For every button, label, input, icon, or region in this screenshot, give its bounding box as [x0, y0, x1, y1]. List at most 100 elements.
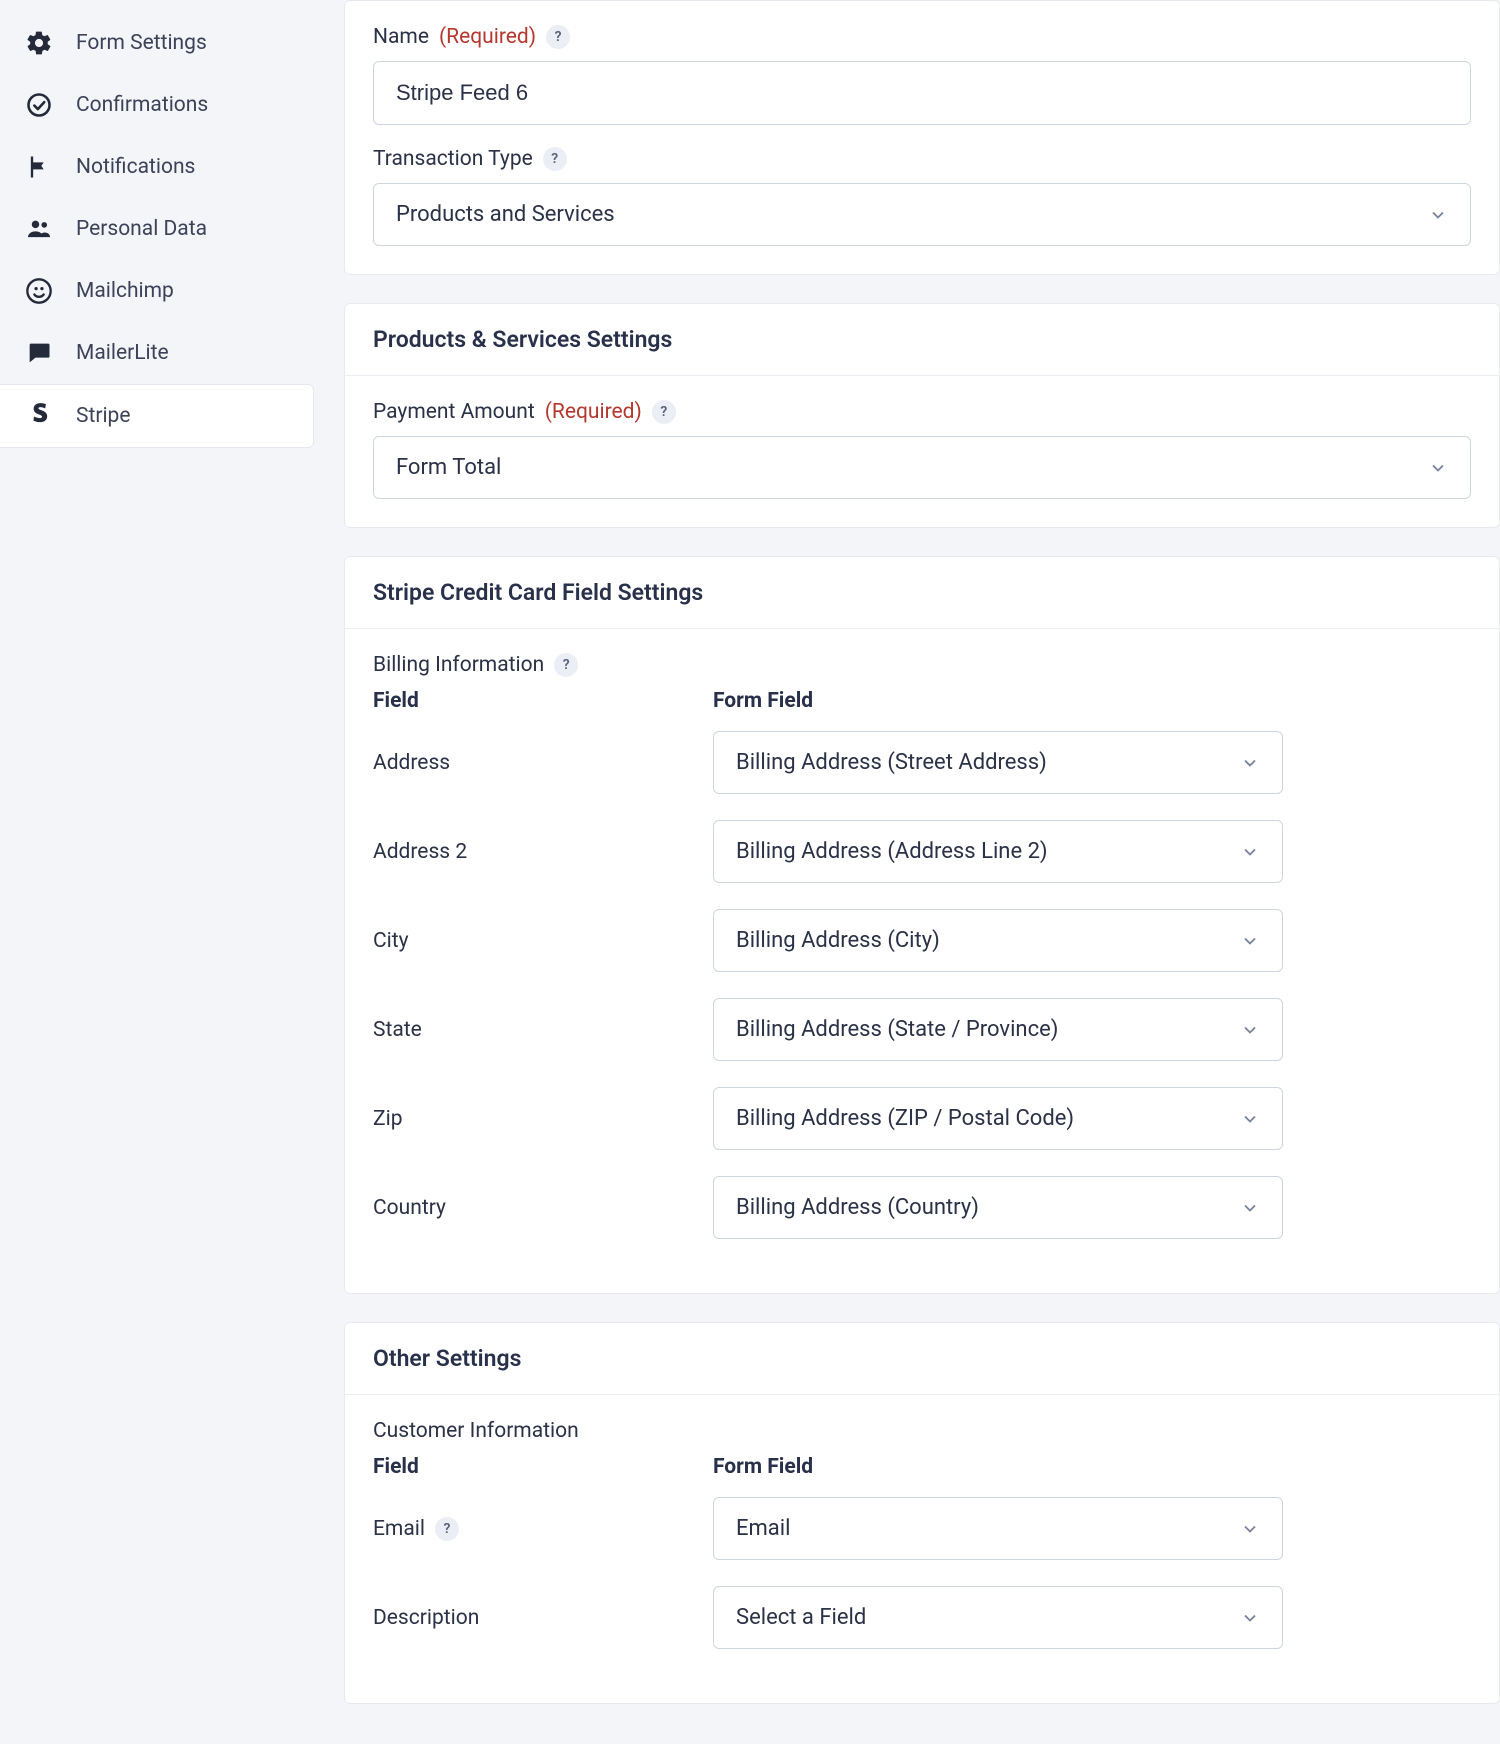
- billing-zip-select-value: Billing Address (ZIP / Postal Code): [736, 1106, 1074, 1131]
- chevron-down-icon: [1240, 931, 1260, 951]
- customer-email-select-value: Email: [736, 1516, 790, 1541]
- sidebar-item-personal-data[interactable]: Personal Data: [0, 198, 320, 260]
- help-icon[interactable]: ?: [554, 653, 578, 677]
- sidebar-item-label: MailerLite: [76, 341, 169, 365]
- billing-state-select[interactable]: Billing Address (State / Province): [713, 998, 1283, 1061]
- card-panel: Stripe Credit Card Field Settings Billin…: [344, 556, 1500, 1294]
- sidebar-item-confirmations[interactable]: Confirmations: [0, 74, 320, 136]
- card-panel-title: Stripe Credit Card Field Settings: [345, 557, 1499, 629]
- billing-map-row: Address Billing Address (Street Address): [373, 731, 1471, 794]
- chat-icon: [24, 338, 54, 368]
- billing-field-label: City: [373, 929, 703, 953]
- customer-description-select[interactable]: Select a Field: [713, 1586, 1283, 1649]
- gear-icon: [24, 28, 54, 58]
- billing-field-label: State: [373, 1018, 703, 1042]
- chevron-down-icon: [1240, 1198, 1260, 1218]
- help-icon[interactable]: ?: [652, 400, 676, 424]
- transaction-type-value: Products and Services: [396, 202, 615, 227]
- feed-panel: Name (Required) ? Transaction Type ? Pro…: [344, 0, 1500, 275]
- billing-country-select[interactable]: Billing Address (Country): [713, 1176, 1283, 1239]
- flag-icon: [24, 152, 54, 182]
- customer-email-select[interactable]: Email: [713, 1497, 1283, 1560]
- sidebar-item-form-settings[interactable]: Form Settings: [0, 12, 320, 74]
- customer-info-label: Customer Information: [373, 1419, 579, 1443]
- billing-field-label: Address: [373, 751, 703, 775]
- other-panel: Other Settings Customer Information Fiel…: [344, 1322, 1500, 1704]
- sidebar-item-label: Notifications: [76, 155, 195, 179]
- transaction-type-label: Transaction Type: [373, 147, 533, 171]
- billing-city-select-value: Billing Address (City): [736, 928, 940, 953]
- mailchimp-icon: [24, 276, 54, 306]
- sidebar-item-label: Personal Data: [76, 217, 207, 241]
- billing-field-label: Country: [373, 1196, 703, 1220]
- col-field: Field: [373, 1455, 703, 1479]
- sidebar-item-label: Mailchimp: [76, 279, 174, 303]
- chevron-down-icon: [1240, 1519, 1260, 1539]
- txn-label-row: Transaction Type ?: [373, 147, 1471, 171]
- payment-amount-select[interactable]: Form Total: [373, 436, 1471, 499]
- billing-address-2-select-value: Billing Address (Address Line 2): [736, 839, 1048, 864]
- chevron-down-icon: [1428, 205, 1448, 225]
- billing-field-label: Address 2: [373, 840, 703, 864]
- col-form-field: Form Field: [713, 689, 1471, 713]
- billing-map-row: State Billing Address (State / Province): [373, 998, 1471, 1061]
- people-icon: [24, 214, 54, 244]
- chevron-down-icon: [1428, 458, 1448, 478]
- billing-zip-select[interactable]: Billing Address (ZIP / Postal Code): [713, 1087, 1283, 1150]
- products-panel-title: Products & Services Settings: [345, 304, 1499, 376]
- customer-description-select-value: Select a Field: [736, 1605, 866, 1630]
- customer-map-row: Description Select a Field: [373, 1586, 1471, 1649]
- amount-label-row: Payment Amount (Required) ?: [373, 400, 1471, 424]
- customer-field-label: Description: [373, 1606, 703, 1630]
- sidebar-item-label: Confirmations: [76, 93, 208, 117]
- billing-country-select-value: Billing Address (Country): [736, 1195, 979, 1220]
- sidebar-item-label: Form Settings: [76, 31, 207, 55]
- billing-state-select-value: Billing Address (State / Province): [736, 1017, 1058, 1042]
- name-label: Name: [373, 25, 429, 49]
- help-icon[interactable]: ?: [435, 1517, 459, 1541]
- billing-map-row: Address 2 Billing Address (Address Line 2…: [373, 820, 1471, 883]
- customer-map-row: Email? Email: [373, 1497, 1471, 1560]
- help-icon[interactable]: ?: [546, 25, 570, 49]
- billing-info-label: Billing Information: [373, 653, 544, 677]
- billing-map-row: Country Billing Address (Country): [373, 1176, 1471, 1239]
- billing-address-select-value: Billing Address (Street Address): [736, 750, 1047, 775]
- billing-address-select[interactable]: Billing Address (Street Address): [713, 731, 1283, 794]
- customer-field-label: Email?: [373, 1517, 703, 1541]
- name-label-row: Name (Required) ?: [373, 25, 1471, 49]
- check-circle-icon: [24, 90, 54, 120]
- stripe-icon: [24, 401, 54, 431]
- name-required: (Required): [439, 25, 536, 49]
- chevron-down-icon: [1240, 1608, 1260, 1628]
- main-content: Name (Required) ? Transaction Type ? Pro…: [320, 0, 1500, 1744]
- sidebar-item-stripe[interactable]: Stripe: [0, 384, 314, 448]
- settings-sidebar: Form Settings Confirmations Notifications P…: [0, 0, 320, 1744]
- billing-map-row: City Billing Address (City): [373, 909, 1471, 972]
- billing-field-label: Zip: [373, 1107, 703, 1131]
- transaction-type-select[interactable]: Products and Services: [373, 183, 1471, 246]
- billing-label-row: Billing Information ?: [373, 653, 1471, 677]
- billing-city-select[interactable]: Billing Address (City): [713, 909, 1283, 972]
- billing-address-2-select[interactable]: Billing Address (Address Line 2): [713, 820, 1283, 883]
- col-form-field: Form Field: [713, 1455, 1471, 1479]
- col-field: Field: [373, 689, 703, 713]
- payment-amount-value: Form Total: [396, 455, 501, 480]
- billing-columns-header: Field Form Field: [373, 689, 1471, 713]
- billing-map-row: Zip Billing Address (ZIP / Postal Code): [373, 1087, 1471, 1150]
- payment-amount-label: Payment Amount: [373, 400, 535, 424]
- sidebar-item-mailchimp[interactable]: Mailchimp: [0, 260, 320, 322]
- name-input[interactable]: [373, 61, 1471, 125]
- other-panel-title: Other Settings: [345, 1323, 1499, 1395]
- help-icon[interactable]: ?: [543, 147, 567, 171]
- chevron-down-icon: [1240, 1020, 1260, 1040]
- chevron-down-icon: [1240, 842, 1260, 862]
- sidebar-item-label: Stripe: [76, 404, 131, 428]
- customer-label-row: Customer Information: [373, 1419, 1471, 1443]
- sidebar-item-mailerlite[interactable]: MailerLite: [0, 322, 320, 384]
- products-panel: Products & Services Settings Payment Amo…: [344, 303, 1500, 528]
- sidebar-item-notifications[interactable]: Notifications: [0, 136, 320, 198]
- payment-amount-required: (Required): [545, 400, 642, 424]
- chevron-down-icon: [1240, 753, 1260, 773]
- customer-columns-header: Field Form Field: [373, 1455, 1471, 1479]
- chevron-down-icon: [1240, 1109, 1260, 1129]
